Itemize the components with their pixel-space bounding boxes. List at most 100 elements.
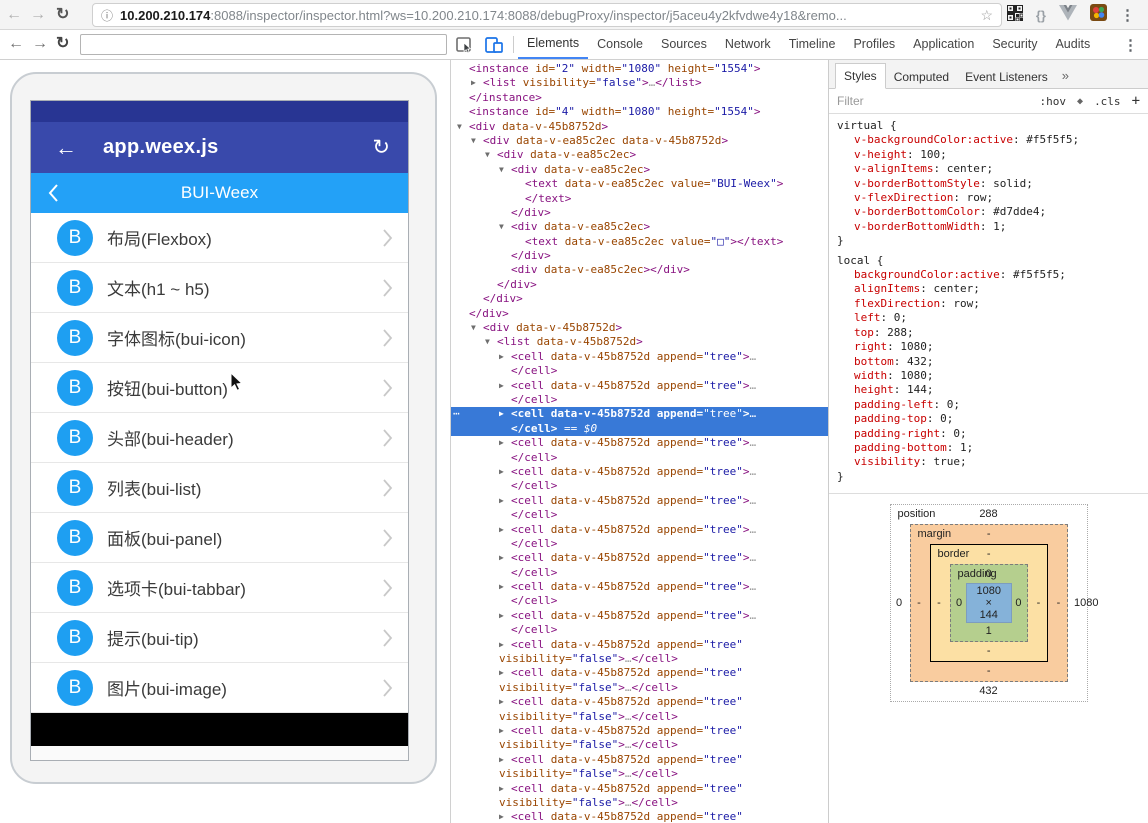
- expand-arrow-icon[interactable]: ▶: [499, 724, 511, 738]
- qr-extension-icon[interactable]: [1007, 5, 1023, 26]
- css-property[interactable]: v-flexDirection: row;: [837, 191, 1148, 205]
- elements-tree-node[interactable]: </div>: [451, 307, 828, 321]
- collapse-arrow-icon[interactable]: ▼: [471, 321, 483, 335]
- elements-tree-node[interactable]: ▼<div data-v-45b8752d>: [451, 120, 828, 134]
- margin-right-value[interactable]: -: [1052, 597, 1065, 609]
- elements-tree-node[interactable]: </cell>: [451, 508, 828, 522]
- list-item[interactable]: B列表(bui-list): [31, 463, 408, 513]
- list-item[interactable]: B图片(bui-image): [31, 663, 408, 713]
- elements-tree-node[interactable]: ▶<cell data-v-45b8752d append="tree">…: [451, 379, 828, 393]
- devtools-menu-icon[interactable]: ⋮: [1123, 36, 1138, 54]
- element-state-diamond-icon[interactable]: ◆: [1077, 96, 1083, 107]
- browser-menu-icon[interactable]: ⋮: [1120, 6, 1135, 24]
- browser-back-icon[interactable]: ←: [6, 4, 22, 26]
- elements-tree-node[interactable]: </div>: [451, 206, 828, 220]
- border-bottom-value[interactable]: -: [987, 645, 991, 657]
- expand-arrow-icon[interactable]: ▶: [471, 76, 483, 90]
- elements-tree-node[interactable]: ▶<cell data-v-45b8752d append="tree": [451, 666, 828, 680]
- elements-tree-node[interactable]: ▼<div data-v-ea85c2ec>: [451, 163, 828, 177]
- css-property[interactable]: v-height: 100;: [837, 148, 1148, 162]
- elements-tree-node[interactable]: </cell>: [451, 566, 828, 580]
- css-property[interactable]: height: 144;: [837, 383, 1148, 397]
- browser-reload-icon[interactable]: ↻: [56, 4, 69, 26]
- elements-tree-node[interactable]: ▶<cell data-v-45b8752d append="tree": [451, 638, 828, 652]
- devtools-tab-sources[interactable]: Sources: [652, 30, 716, 59]
- devtools-tab-security[interactable]: Security: [983, 30, 1046, 59]
- css-property[interactable]: width: 1080;: [837, 369, 1148, 383]
- elements-tree-node[interactable]: visibility="false">…</cell>: [451, 738, 828, 752]
- elements-tree-node[interactable]: ▼<div data-v-45b8752d>: [451, 321, 828, 335]
- devtools-tab-timeline[interactable]: Timeline: [780, 30, 845, 59]
- elements-tree-node[interactable]: ▶<cell data-v-45b8752d append="tree": [451, 782, 828, 796]
- elements-tree-node[interactable]: ▼<div data-v-ea85c2ec>: [451, 220, 828, 234]
- expand-arrow-icon[interactable]: ▶: [499, 465, 511, 479]
- sidebar-tab-event-listeners[interactable]: Event Listeners: [957, 65, 1056, 89]
- app-refresh-icon[interactable]: ↻: [372, 135, 390, 160]
- css-selector[interactable]: local {: [837, 254, 1148, 268]
- elements-tree-node[interactable]: visibility="false">…</cell>: [451, 652, 828, 666]
- elements-tree-node[interactable]: visibility="false">…</cell>: [451, 767, 828, 781]
- elements-tree-node[interactable]: ▼<div data-v-ea85c2ec data-v-45b8752d>: [451, 134, 828, 148]
- sidebar-tab-computed[interactable]: Computed: [886, 65, 957, 89]
- margin-left-value[interactable]: -: [913, 597, 926, 609]
- devtools-tab-audits[interactable]: Audits: [1046, 30, 1099, 59]
- elements-tree-node[interactable]: </cell>: [451, 451, 828, 465]
- elements-tree-node[interactable]: <text data-v-ea85c2ec value="□"></text>: [451, 235, 828, 249]
- expand-arrow-icon[interactable]: ▶: [499, 407, 511, 421]
- css-property[interactable]: padding-top: 0;: [837, 412, 1148, 426]
- expand-arrow-icon[interactable]: ▶: [499, 753, 511, 767]
- border-top-value[interactable]: -: [987, 548, 991, 560]
- device-screen[interactable]: ← app.weex.js ↻ BUI-Weex B布局(Flexbox)B文本…: [30, 100, 409, 761]
- new-style-rule-button[interactable]: +: [1132, 93, 1140, 109]
- device-toolbar-icon[interactable]: [485, 37, 503, 53]
- sidebar-tab-styles[interactable]: Styles: [835, 63, 886, 89]
- box-model-margin[interactable]: margin- - border- - padding0: [910, 524, 1068, 682]
- elements-tree-node[interactable]: </div>: [451, 278, 828, 292]
- css-property[interactable]: v-borderBottomStyle: solid;: [837, 177, 1148, 191]
- position-top-value[interactable]: 288: [979, 508, 997, 520]
- css-property[interactable]: flexDirection: row;: [837, 297, 1148, 311]
- elements-tree-node[interactable]: ▶<cell data-v-45b8752d append="tree">…: [451, 580, 828, 594]
- box-model-padding[interactable]: padding0 0 1080 × 144 0 1: [950, 564, 1028, 642]
- elements-tree-panel[interactable]: <instance id="2" width="1080" height="15…: [451, 60, 828, 823]
- cast-address-input[interactable]: [80, 34, 447, 55]
- json-braces-extension-icon[interactable]: {}: [1036, 8, 1046, 23]
- expand-arrow-icon[interactable]: ▶: [499, 782, 511, 796]
- collapse-arrow-icon[interactable]: ▼: [499, 220, 511, 234]
- list-item[interactable]: B提示(bui-tip): [31, 613, 408, 663]
- elements-tree-node[interactable]: ▶<cell data-v-45b8752d append="tree": [451, 695, 828, 709]
- border-left-value[interactable]: -: [933, 597, 946, 609]
- css-property[interactable]: alignItems: center;: [837, 282, 1148, 296]
- css-property[interactable]: bottom: 432;: [837, 355, 1148, 369]
- position-right-value[interactable]: 1080: [1072, 597, 1085, 609]
- cast-forward-icon[interactable]: →: [32, 33, 48, 55]
- toggle-class-button[interactable]: .cls: [1094, 95, 1121, 108]
- elements-tree-node-selected[interactable]: ⋯▶<cell data-v-45b8752d append="tree">…: [451, 407, 828, 421]
- bui-back-chevron-icon[interactable]: [47, 183, 59, 208]
- elements-tree-node[interactable]: visibility="false">…</cell>: [451, 710, 828, 724]
- collapse-arrow-icon[interactable]: ▼: [485, 148, 497, 162]
- expand-arrow-icon[interactable]: ▶: [499, 523, 511, 537]
- elements-tree-node[interactable]: ▼<div data-v-ea85c2ec>: [451, 148, 828, 162]
- elements-tree-node[interactable]: ▶<cell data-v-45b8752d append="tree">…: [451, 551, 828, 565]
- expand-arrow-icon[interactable]: ▶: [499, 350, 511, 364]
- devtools-tab-profiles[interactable]: Profiles: [844, 30, 904, 59]
- padding-left-value[interactable]: 0: [953, 597, 966, 609]
- css-property[interactable]: v-backgroundColor:active: #f5f5f5;: [837, 133, 1148, 147]
- elements-tree-node[interactable]: ▶<cell data-v-45b8752d append="tree": [451, 753, 828, 767]
- css-property[interactable]: padding-left: 0;: [837, 398, 1148, 412]
- elements-tree-node[interactable]: ▶<cell data-v-45b8752d append="tree">…: [451, 494, 828, 508]
- box-model-content[interactable]: 1080 × 144: [966, 583, 1012, 623]
- expand-arrow-icon[interactable]: ▶: [499, 810, 511, 823]
- expand-arrow-icon[interactable]: ▶: [499, 638, 511, 652]
- position-bottom-value[interactable]: 432: [979, 685, 997, 697]
- toggle-hover-state-button[interactable]: :hov: [1040, 95, 1067, 108]
- expand-arrow-icon[interactable]: ▶: [499, 609, 511, 623]
- list-item[interactable]: B选项卡(bui-tabbar): [31, 563, 408, 613]
- address-bar[interactable]: ⓘ 10.200.210.174:8088/inspector/inspecto…: [92, 3, 1002, 27]
- elements-tree-node[interactable]: ▶<cell data-v-45b8752d append="tree">…: [451, 350, 828, 364]
- margin-top-value[interactable]: -: [987, 528, 991, 540]
- css-selector[interactable]: virtual {: [837, 119, 1148, 133]
- expand-arrow-icon[interactable]: ▶: [499, 436, 511, 450]
- bookmark-star-icon[interactable]: ☆: [980, 7, 993, 24]
